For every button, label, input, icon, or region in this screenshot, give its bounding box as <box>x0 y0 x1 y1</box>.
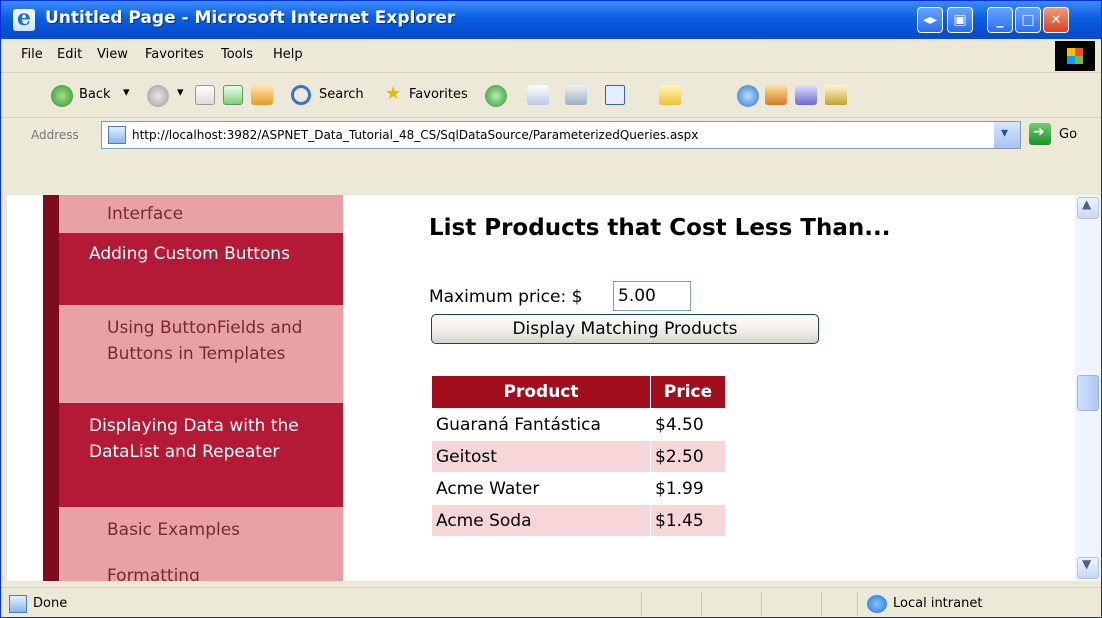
standard-buttons: Back ▾ ▾ Search ★ Favorites <box>1 73 1101 118</box>
restore-small-icon: ◂▸ <box>922 12 938 28</box>
product-cell: Acme Soda <box>431 504 651 537</box>
minimize-icon: _ <box>996 12 1004 28</box>
scroll-down-button[interactable]: ▼ <box>1077 557 1099 579</box>
close-icon: ✕ <box>1050 12 1062 28</box>
address-field-box <box>101 121 1021 149</box>
favorites-star-icon[interactable]: ★ <box>385 83 401 104</box>
products-table: Product Price Guaraná Fantástica $4.50 G… <box>431 375 726 537</box>
chevron-down-icon: ▼ <box>1082 557 1092 571</box>
table-row: Acme Soda $1.45 <box>431 504 726 537</box>
status-bar: Done Local intranet <box>1 587 1101 617</box>
table-row: Geitost $2.50 <box>431 440 726 473</box>
sidebar-item-interface[interactable]: Interface <box>43 195 343 233</box>
discuss-icon[interactable] <box>825 85 847 105</box>
browser-window: Untitled Page - Microsoft Internet Explo… <box>0 0 1102 618</box>
history-icon[interactable] <box>527 85 549 105</box>
status-divider <box>701 592 702 616</box>
scroll-thumb[interactable] <box>1077 375 1099 411</box>
menu-help[interactable]: Help <box>273 47 303 62</box>
sidebar-item-displaying-data[interactable]: Displaying Data with the DataList and Re… <box>43 403 343 507</box>
maximize-button[interactable]: □ <box>1015 7 1041 33</box>
menu-view[interactable]: View <box>97 47 128 62</box>
search-button-label[interactable]: Search <box>319 87 364 102</box>
column-header-price: Price <box>650 375 726 409</box>
vertical-scrollbar[interactable]: ▲ ▼ <box>1075 195 1101 581</box>
page-viewport: Interface Adding Custom Buttons Using Bu… <box>7 195 1075 581</box>
windows-logo-icon <box>1055 41 1095 71</box>
window-menu-button[interactable]: ▣ <box>947 7 973 33</box>
refresh-icon[interactable] <box>223 85 243 105</box>
forward-dropdown-icon[interactable]: ▾ <box>177 85 184 100</box>
edit-icon[interactable] <box>659 85 681 105</box>
product-cell: Geitost <box>431 440 651 473</box>
window-title: Untitled Page - Microsoft Internet Explo… <box>45 8 456 28</box>
home-icon[interactable] <box>251 85 273 105</box>
chevron-up-icon: ▲ <box>1082 197 1092 211</box>
go-button[interactable]: Go <box>1029 123 1099 147</box>
page-title: List Products that Cost Less Than... <box>429 215 891 241</box>
address-label: Address <box>31 128 79 142</box>
media-icon[interactable] <box>485 85 507 107</box>
security-zone-label: Local intranet <box>893 596 983 611</box>
price-cell: $2.50 <box>650 440 726 473</box>
address-dropdown-button[interactable] <box>994 122 1020 148</box>
go-label: Go <box>1059 127 1078 142</box>
status-divider <box>761 592 762 616</box>
back-icon[interactable] <box>51 85 73 107</box>
stop-icon[interactable] <box>195 85 215 105</box>
title-bar: Untitled Page - Microsoft Internet Explo… <box>1 1 1101 39</box>
back-dropdown-icon[interactable]: ▾ <box>123 85 130 100</box>
menu-bar: File Edit View Favorites Tools Help <box>1 39 1101 73</box>
product-cell: Acme Water <box>431 472 651 505</box>
status-divider <box>641 592 642 616</box>
back-button-label[interactable]: Back <box>79 87 111 102</box>
restore-small-button[interactable]: ◂▸ <box>917 7 943 33</box>
address-input[interactable] <box>132 124 972 146</box>
price-cell: $1.99 <box>650 472 726 505</box>
favorites-button-label[interactable]: Favorites <box>409 87 468 102</box>
close-button[interactable]: ✕ <box>1043 7 1069 33</box>
search-icon[interactable] <box>291 85 311 105</box>
max-price-input[interactable] <box>613 281 691 311</box>
sidebar-item-basic-examples[interactable]: Basic Examples <box>43 507 343 555</box>
go-arrow-icon <box>1029 123 1051 145</box>
menu-favorites[interactable]: Favorites <box>145 47 204 62</box>
menu-file[interactable]: File <box>21 47 43 62</box>
sidebar-item-using-buttonfields[interactable]: Using ButtonFields and Buttons in Templa… <box>43 305 343 403</box>
sidebar-item-formatting[interactable]: Formatting <box>43 555 343 581</box>
status-divider <box>821 592 822 616</box>
price-cell: $4.50 <box>650 408 726 441</box>
forward-icon[interactable] <box>147 85 169 107</box>
scroll-up-button[interactable]: ▲ <box>1077 197 1099 219</box>
sidebar-item-adding-custom-buttons[interactable]: Adding Custom Buttons <box>43 233 343 305</box>
page-icon <box>108 126 126 144</box>
price-cell: $1.45 <box>650 504 726 537</box>
window-icon: ▣ <box>953 12 967 28</box>
status-divider <box>857 592 858 616</box>
mail-icon[interactable] <box>565 85 587 105</box>
table-row: Guaraná Fantástica $4.50 <box>431 408 726 441</box>
max-price-label: Maximum price: $ <box>429 287 583 307</box>
table-header-row: Product Price <box>431 375 726 409</box>
maximize-icon: □ <box>1021 12 1035 28</box>
sidebar-nav: Interface Adding Custom Buttons Using Bu… <box>43 195 343 581</box>
page-status-icon <box>9 595 27 613</box>
research-icon[interactable] <box>765 85 787 105</box>
display-matching-products-button[interactable]: Display Matching Products <box>431 314 819 344</box>
table-row: Acme Water $1.99 <box>431 472 726 505</box>
tools-icon[interactable] <box>795 85 817 105</box>
intranet-zone-icon <box>867 595 887 613</box>
minimize-button[interactable]: _ <box>987 7 1013 33</box>
status-text: Done <box>33 596 68 611</box>
column-header-product: Product <box>431 375 651 409</box>
menu-edit[interactable]: Edit <box>57 47 82 62</box>
ie-logo-icon <box>13 5 35 31</box>
product-cell: Guaraná Fantástica <box>431 408 651 441</box>
menu-tools[interactable]: Tools <box>221 47 253 62</box>
print-icon[interactable] <box>605 85 625 105</box>
toolbar: Back ▾ ▾ Search ★ Favorites Address http… <box>1 73 1101 157</box>
messenger-icon[interactable] <box>737 85 759 107</box>
address-bar: Address Go <box>1 117 1101 157</box>
